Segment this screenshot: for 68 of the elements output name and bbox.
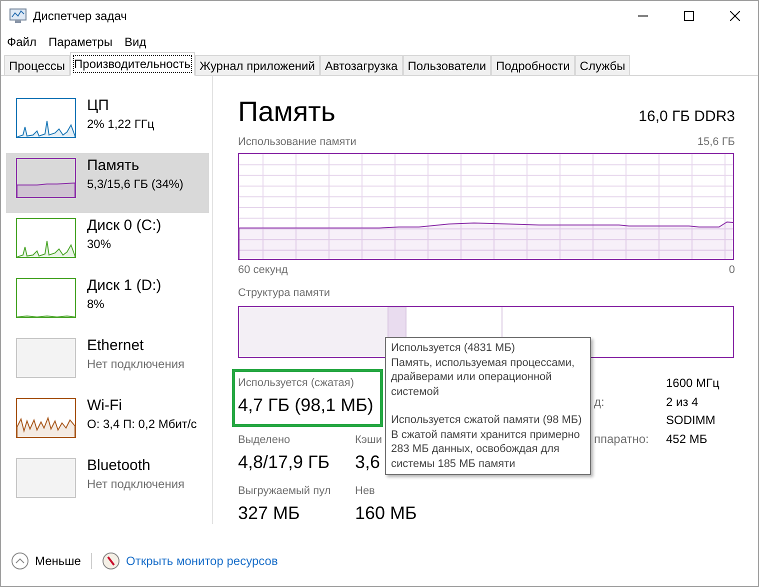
tab[interactable]: Производительность <box>70 52 194 76</box>
stat-label: Кэши <box>355 432 382 448</box>
tab[interactable]: Журнал приложений <box>194 55 320 75</box>
tooltip-text: В сжатой памяти хранится примерно 283 МБ данных, освобождая для системы 185 МБ памяти <box>391 428 581 471</box>
device-detail: 5,3/15,6 ГБ (34%) <box>87 176 184 192</box>
spec-value: SODIMM <box>666 412 716 429</box>
memory-capacity: 16,0 ГБ DDR3 <box>638 106 735 126</box>
spec-value: 452 МБ <box>666 430 708 448</box>
resource-monitor-link[interactable]: Открыть монитор ресурсов <box>126 552 278 570</box>
tooltip-heading: Используется (4831 МБ) <box>391 341 516 356</box>
sidebar-item[interactable]: ЦП 2% 1,22 ГГц <box>6 93 209 153</box>
device-detail: О: 3,4 П: 0,2 Мбит/с <box>87 416 197 432</box>
less-button[interactable]: Меньше <box>35 552 81 570</box>
graph-label: Использование памяти <box>238 135 356 150</box>
panel-title: Память <box>238 96 336 128</box>
graph-time-label: 0 <box>728 262 735 278</box>
device-detail: 2% 1,22 ГГц <box>87 116 154 132</box>
sidebar-item[interactable]: Диск 1 (D:) 8% <box>6 273 209 333</box>
graph-thumbnail <box>16 458 76 498</box>
sidebar-item[interactable]: Память 5,3/15,6 ГБ (34%) <box>6 153 209 213</box>
maximize-icon <box>684 11 694 21</box>
device-name: Wi-Fi <box>87 396 123 416</box>
device-name: Диск 1 (D:) <box>87 276 162 296</box>
device-detail: Нет подключения <box>87 356 185 372</box>
stat-value: 327 МБ <box>238 502 300 525</box>
collapse-icon[interactable] <box>11 552 29 570</box>
device-name: Ethernet <box>87 336 145 356</box>
graph-time-label: 60 секунд <box>238 262 288 278</box>
menu-item[interactable]: Вид <box>124 32 146 50</box>
tooltip-heading: Используется сжатой памяти (98 МБ) <box>391 413 583 428</box>
stat-value: 3,6 <box>355 451 380 474</box>
stat-value: 160 МБ <box>355 502 417 525</box>
device-detail: 8% <box>87 296 106 312</box>
device-detail: Нет подключения <box>87 476 185 492</box>
graph-max: 15,6 ГБ <box>697 135 735 150</box>
tab[interactable]: Процессы <box>4 55 70 75</box>
sidebar-item[interactable]: Диск 0 (C:) 30% <box>6 213 209 273</box>
stat-value: 4,8/17,9 ГБ <box>238 451 330 474</box>
menu-item[interactable]: Параметры <box>48 32 112 50</box>
spec-label: ппаратно: <box>594 432 649 446</box>
device-name: Диск 0 (C:) <box>87 216 162 236</box>
stat-label: Используется (сжатая) <box>238 376 354 390</box>
device-name: ЦП <box>87 96 110 116</box>
stat-label: Выделено <box>238 432 290 448</box>
device-name: Bluetooth <box>87 456 152 476</box>
device-name: Память <box>87 156 140 176</box>
monitor-icon <box>9 8 27 24</box>
tab[interactable]: Подробности <box>491 55 575 75</box>
tab[interactable]: Автозагрузка <box>320 55 403 75</box>
composition-label: Структура памяти <box>238 286 332 301</box>
sidebar-item[interactable]: Wi-Fi О: 3,4 П: 0,2 Мбит/с <box>6 393 209 453</box>
tooltip-text: Память, используемая процессами, драйверами или операционной системой <box>391 356 576 399</box>
graph-thumbnail <box>16 338 76 378</box>
close-icon <box>730 11 740 21</box>
spec-value: 2 из 4 <box>666 394 698 410</box>
sidebar-item[interactable]: Bluetooth Нет подключения <box>6 453 209 513</box>
spec-value: 1600 МГц <box>666 375 720 392</box>
stat-label: Нев <box>355 484 375 498</box>
stat-value: 4,7 ГБ (98,1 МБ) <box>238 394 374 417</box>
window-title: Диспетчер задач <box>33 8 127 25</box>
tab[interactable]: Пользователи <box>402 55 492 75</box>
stat-label: Выгружаемый пул <box>238 484 331 498</box>
tab[interactable]: Службы <box>574 55 630 75</box>
spec-label: д: <box>594 394 604 408</box>
gauge-icon <box>102 552 120 570</box>
sidebar-item[interactable]: Ethernet Нет подключения <box>6 333 209 393</box>
device-detail: 30% <box>87 236 112 252</box>
menu-item[interactable]: Файл <box>7 32 37 50</box>
